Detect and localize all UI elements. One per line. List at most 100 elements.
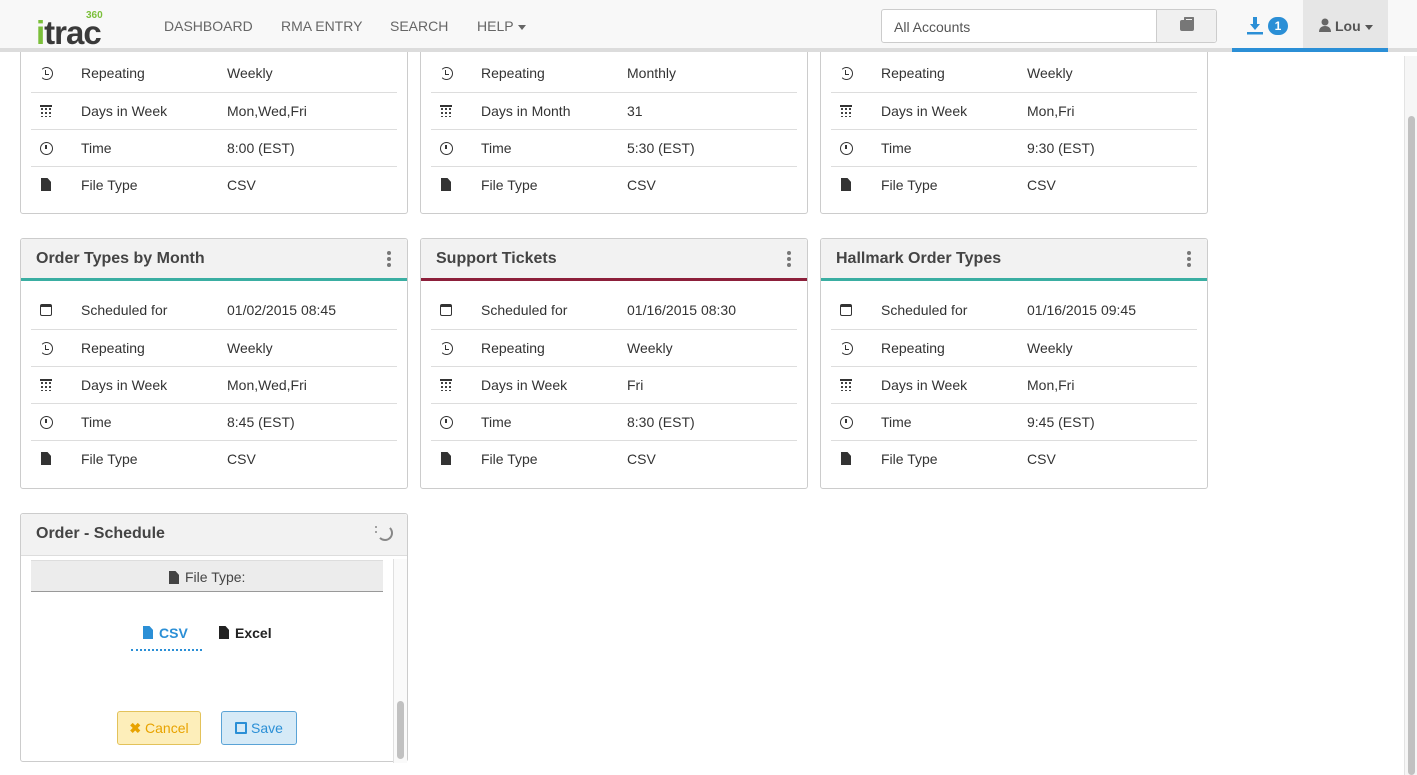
- nav-dashboard[interactable]: DASHBOARD: [164, 18, 253, 34]
- card-header: Support Tickets: [421, 239, 807, 281]
- calendar-icon: [840, 105, 852, 117]
- row-value: CSV: [1027, 451, 1056, 467]
- save-label: Save: [250, 720, 283, 736]
- row-label: Time: [881, 140, 912, 156]
- clock-icon: [840, 416, 853, 429]
- download-icon: [1247, 17, 1263, 35]
- clock-icon: [440, 416, 453, 429]
- row-label: File Type: [81, 177, 138, 193]
- row-label: File Type: [81, 451, 138, 467]
- panel-scrollbar[interactable]: [393, 559, 407, 763]
- itrac-logo[interactable]: itrac 360: [36, 10, 116, 51]
- card-row: Repeating Monthly: [431, 55, 797, 92]
- file-icon: [841, 178, 851, 191]
- logo-superscript: 360: [86, 10, 103, 21]
- card-row: File Type CSV: [831, 440, 1197, 477]
- csv-file-icon: [143, 626, 153, 639]
- file-icon: [441, 452, 451, 465]
- card-rows: Scheduled for 01/16/2015 08:30 Repeating W…: [431, 292, 797, 477]
- page-scroll-thumb[interactable]: [1408, 116, 1415, 775]
- row-value: CSV: [227, 177, 256, 193]
- accounts-selector[interactable]: All Accounts: [881, 9, 1217, 43]
- file-icon: [41, 452, 51, 465]
- csv-option-label: CSV: [159, 625, 188, 641]
- accounts-button[interactable]: [1156, 10, 1216, 42]
- refresh-icon[interactable]: [377, 525, 393, 541]
- panel-scroll-thumb[interactable]: [397, 701, 404, 759]
- file-type-label: File Type:: [169, 569, 245, 585]
- nav-rma-entry[interactable]: RMA ENTRY: [281, 18, 362, 34]
- history-icon: [40, 342, 53, 355]
- row-label: File Type: [481, 451, 538, 467]
- clock-icon: [40, 142, 53, 155]
- card-row: Days in Week Mon,Wed,Fri: [31, 366, 397, 403]
- row-value: Mon,Fri: [1027, 103, 1075, 119]
- card-rows: Repeating Monthly Days in Month 31 Time 5:3…: [431, 55, 797, 203]
- accounts-input[interactable]: All Accounts: [894, 19, 970, 35]
- report-card: Support Tickets Scheduled for 01/16/2015 …: [420, 238, 808, 489]
- card-row: Time 8:45 (EST): [31, 403, 397, 440]
- card-row: Time 9:45 (EST): [831, 403, 1197, 440]
- nav-help[interactable]: HELP: [477, 18, 526, 34]
- more-vertical-icon[interactable]: [787, 251, 791, 267]
- row-label: Days in Week: [81, 377, 168, 393]
- downloads-button[interactable]: 1: [1232, 0, 1303, 52]
- floppy-disk-icon: [235, 722, 248, 734]
- file-icon: [169, 571, 179, 584]
- card-row: Days in Week Mon,Fri: [831, 366, 1197, 403]
- card-row: File Type CSV: [431, 166, 797, 203]
- clock-icon: [840, 142, 853, 155]
- row-value: 8:30 (EST): [627, 414, 695, 430]
- card-row: Scheduled for 01/16/2015 08:30: [431, 292, 797, 329]
- row-value: Weekly: [1027, 340, 1073, 356]
- more-vertical-icon[interactable]: [1187, 251, 1191, 267]
- close-icon: ✖: [129, 720, 142, 736]
- row-label: Days in Month: [481, 103, 571, 119]
- user-menu[interactable]: Lou: [1303, 0, 1388, 52]
- file-type-header: File Type:: [31, 560, 383, 592]
- csv-option[interactable]: CSV: [131, 623, 202, 651]
- card-row: Days in Week Mon,Wed,Fri: [31, 92, 397, 129]
- row-label: Time: [881, 414, 912, 430]
- card-row: Scheduled for 01/16/2015 09:45: [831, 292, 1197, 329]
- card-row: Repeating Weekly: [31, 55, 397, 92]
- clock-icon: [440, 142, 453, 155]
- calendar-icon: [40, 304, 52, 316]
- user-icon: [1319, 18, 1331, 32]
- history-icon: [440, 67, 453, 80]
- card-row: Days in Week Mon,Fri: [831, 92, 1197, 129]
- card-row: Repeating Weekly: [431, 329, 797, 366]
- row-value: 8:00 (EST): [227, 140, 295, 156]
- page-scrollbar[interactable]: [1404, 56, 1417, 775]
- row-label: Repeating: [81, 340, 145, 356]
- row-label: Time: [81, 414, 112, 430]
- top-navbar: itrac 360 DASHBOARD RMA ENTRY SEARCH HEL…: [0, 0, 1417, 52]
- more-vertical-icon[interactable]: [387, 251, 391, 267]
- card-row: Time 8:00 (EST): [31, 129, 397, 166]
- card-rows: Repeating Weekly Days in Week Mon,Fri Time…: [831, 55, 1197, 203]
- card-row: File Type CSV: [31, 166, 397, 203]
- row-label: File Type: [881, 451, 938, 467]
- row-value: 8:45 (EST): [227, 414, 295, 430]
- row-value: 31: [627, 103, 643, 119]
- card-row: Repeating Weekly: [831, 329, 1197, 366]
- row-label: Scheduled for: [481, 302, 568, 318]
- chevron-down-icon: [1364, 24, 1373, 30]
- row-value: 5:30 (EST): [627, 140, 695, 156]
- nav-search[interactable]: SEARCH: [390, 18, 448, 34]
- row-label: Scheduled for: [881, 302, 968, 318]
- row-label: Repeating: [881, 65, 945, 81]
- file-type-text: File Type:: [185, 569, 246, 585]
- row-value: Mon,Wed,Fri: [227, 103, 307, 119]
- history-icon: [840, 67, 853, 80]
- excel-option-label: Excel: [235, 625, 272, 641]
- save-button[interactable]: Save: [221, 711, 297, 745]
- calendar-icon: [440, 105, 452, 117]
- row-label: Scheduled for: [81, 302, 168, 318]
- row-value: 9:30 (EST): [1027, 140, 1095, 156]
- card-header: Order - Schedule: [21, 514, 407, 556]
- card-title: Hallmark Order Types: [836, 250, 1002, 267]
- excel-file-icon: [219, 626, 229, 639]
- cancel-button[interactable]: ✖ Cancel: [117, 711, 201, 745]
- row-value: Fri: [627, 377, 644, 393]
